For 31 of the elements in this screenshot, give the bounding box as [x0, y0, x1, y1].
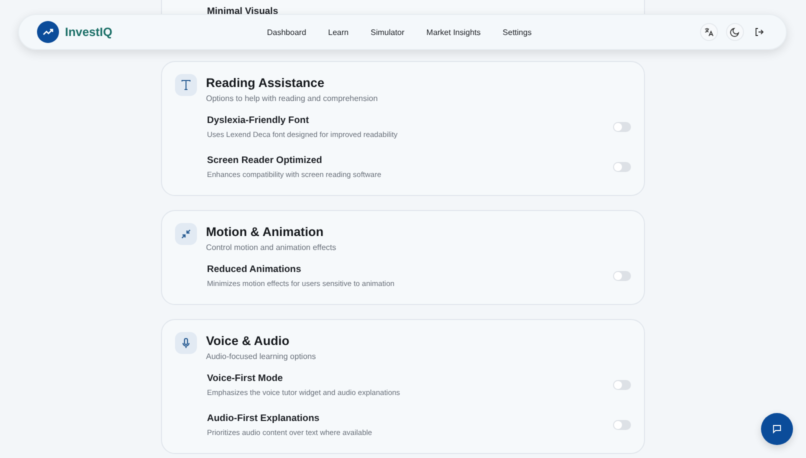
setting-title: Reduced Animations	[207, 264, 302, 276]
section-subtitle: Audio-focused learning options	[206, 352, 316, 361]
nav-link[interactable]: Market Insights	[426, 28, 481, 36]
toggle-switch[interactable]	[613, 162, 631, 172]
section-title: Motion & Animation	[206, 224, 325, 240]
nav-link[interactable]: Simulator	[370, 28, 404, 36]
section-subtitle: Options to help with reading and comprehension	[206, 94, 378, 103]
setting-title: Dyslexia-Friendly Font	[207, 115, 310, 127]
toggle-switch[interactable]	[613, 420, 631, 430]
nav-link[interactable]: Dashboard	[267, 28, 306, 36]
nav-link[interactable]: Learn	[328, 28, 349, 36]
nav-link[interactable]: Settings	[502, 28, 532, 36]
toggle-switch[interactable]	[613, 380, 631, 390]
microphone-icon	[175, 332, 197, 354]
section-title: Voice & Audio	[206, 333, 290, 349]
section-title: Reading Assistance	[206, 75, 326, 91]
minimize-icon	[175, 223, 197, 245]
brand-name[interactable]: InvestIQ	[65, 25, 112, 39]
trend-up-icon[interactable]	[37, 21, 59, 43]
setting-title: Audio-First Explanations	[207, 413, 320, 425]
moon-icon[interactable]	[726, 23, 744, 41]
setting-title: Screen Reader Optimized	[207, 155, 324, 167]
translate-icon[interactable]	[700, 23, 718, 41]
chat-button[interactable]	[761, 413, 793, 445]
setting-title: Voice-First Mode	[207, 373, 284, 385]
setting-title: Minimal Visuals	[207, 6, 278, 17]
chat-icon	[772, 424, 782, 434]
toggle-switch[interactable]	[613, 271, 631, 281]
section-subtitle: Control motion and animation effects	[206, 243, 336, 252]
text-icon	[175, 74, 197, 96]
toggle-switch[interactable]	[613, 122, 631, 132]
